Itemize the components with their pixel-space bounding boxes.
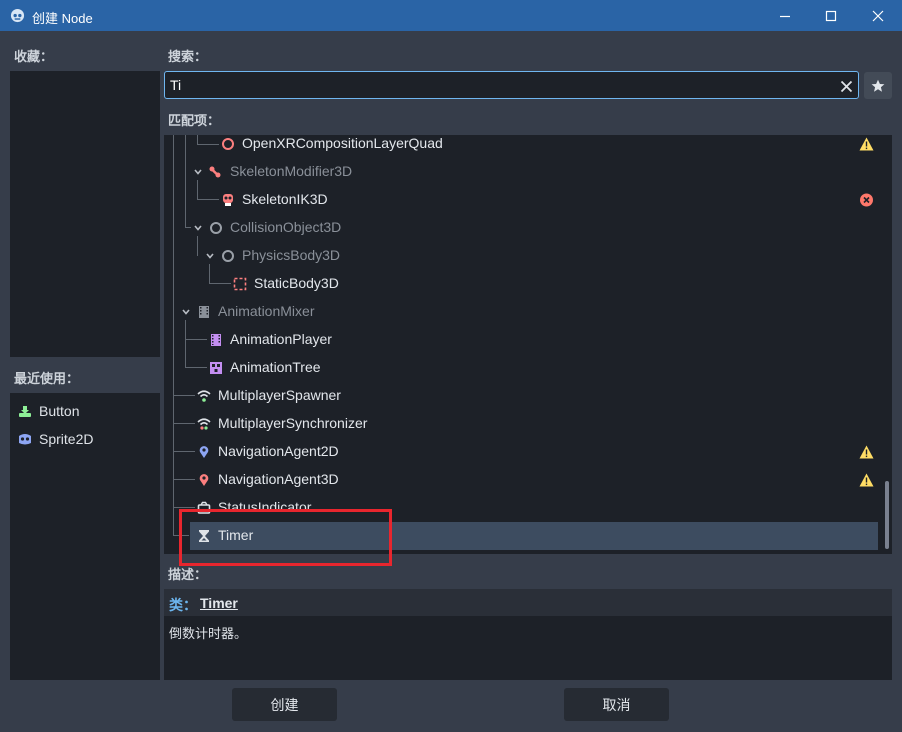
tree-item-label: AnimationTree — [230, 359, 321, 375]
search-input[interactable] — [164, 71, 859, 99]
node3d-circle-icon — [222, 138, 234, 150]
warning-icon — [859, 137, 874, 151]
node3d-circle-icon — [222, 250, 234, 262]
chevron-down-icon[interactable] — [205, 251, 215, 261]
map-pin-3d-icon — [199, 474, 209, 486]
tree-item-label: StaticBody3D — [254, 275, 339, 291]
tree-item[interactable]: MultiplayerSynchronizer — [164, 410, 879, 438]
tree-item-label: SkeletonIK3D — [242, 191, 328, 207]
error-icon — [860, 193, 873, 207]
favorites-list[interactable] — [10, 71, 160, 357]
tree-item[interactable]: AnimationMixer — [164, 298, 879, 326]
maximize-icon — [825, 10, 837, 21]
map-pin-2d-icon — [199, 446, 209, 458]
matches-label: 匹配项： — [168, 113, 221, 128]
tree-item-label: AnimationPlayer — [230, 331, 332, 347]
warning-icon — [859, 445, 874, 459]
tree-item[interactable]: CollisionObject3D — [164, 214, 879, 242]
minimize-icon — [780, 15, 790, 17]
recent-item-sprite2d[interactable]: Sprite2D — [18, 427, 93, 451]
clear-search-button[interactable] — [836, 76, 856, 96]
tree-item[interactable]: SkeletonModifier3D — [164, 158, 879, 186]
class-label: 类： — [169, 597, 197, 613]
close-icon — [872, 10, 884, 21]
skeleton-ik-icon — [223, 194, 233, 206]
title-bar: 创建 Node — [0, 0, 902, 31]
tree-item-label: NavigationAgent2D — [218, 443, 339, 459]
tree-item-label: AnimationMixer — [218, 303, 315, 319]
tree-item[interactable]: OpenXRCompositionLayerQuad — [164, 135, 879, 158]
animation-player-icon — [211, 334, 221, 346]
favorites-label: 收藏： — [14, 49, 54, 64]
search-label: 搜索： — [168, 49, 208, 64]
highlight-box — [179, 509, 392, 566]
close-icon — [840, 80, 852, 92]
tree-item[interactable]: AnimationPlayer — [164, 326, 879, 354]
recent-list: Button Sprite2D — [10, 393, 160, 680]
godot-logo-icon — [10, 8, 25, 23]
description-text: 倒数计时器。 — [169, 626, 248, 641]
description-body: 倒数计时器。 — [164, 616, 892, 680]
tree-item[interactable]: SkeletonIK3D — [164, 186, 879, 214]
description-header: 类： Timer — [164, 589, 892, 616]
recent-item-label: Sprite2D — [39, 431, 94, 447]
chevron-down-icon[interactable] — [181, 307, 191, 317]
scrollbar-thumb[interactable] — [885, 481, 889, 549]
recent-item-button[interactable]: Button — [18, 399, 79, 423]
tree-item-label: OpenXRCompositionLayerQuad — [242, 135, 443, 151]
tree-item[interactable]: NavigationAgent2D — [164, 438, 879, 466]
button-node-icon — [19, 406, 31, 417]
tree-item-label: MultiplayerSpawner — [218, 387, 341, 403]
tree-item-label: CollisionObject3D — [230, 219, 342, 235]
matches-tree[interactable]: OpenXRCompositionLayerQuad SkeletonModif… — [164, 135, 892, 554]
recent-item-label: Button — [39, 403, 80, 419]
tree-item[interactable]: PhysicsBody3D — [164, 242, 879, 270]
star-icon — [871, 79, 885, 92]
description-label: 描述： — [168, 567, 208, 582]
tree-item-label: PhysicsBody3D — [242, 247, 341, 263]
bone-icon — [209, 166, 221, 178]
wifi-sync-icon — [197, 418, 211, 430]
film-icon — [199, 306, 209, 318]
maximize-button[interactable] — [808, 0, 854, 31]
create-button[interactable]: 创建 — [232, 688, 337, 721]
node3d-circle-icon — [210, 222, 222, 234]
tree-scrollbar[interactable] — [883, 135, 892, 554]
chevron-down-icon[interactable] — [193, 167, 203, 177]
minimize-button[interactable] — [762, 0, 808, 31]
tree-item-label: NavigationAgent3D — [218, 471, 339, 487]
class-name-link[interactable]: Timer — [200, 595, 238, 611]
close-button[interactable] — [855, 0, 901, 31]
tree-item-label: SkeletonModifier3D — [230, 163, 353, 179]
favorite-toggle-button[interactable] — [864, 72, 892, 99]
window-title: 创建 Node — [32, 11, 93, 26]
warning-icon — [859, 473, 874, 487]
tree-item[interactable]: NavigationAgent3D — [164, 466, 879, 494]
wifi-icon — [197, 390, 211, 402]
sprite2d-node-icon — [19, 434, 31, 445]
tree-item[interactable]: StaticBody3D — [164, 270, 879, 298]
cancel-button[interactable]: 取消 — [564, 688, 669, 721]
tree-item[interactable]: MultiplayerSpawner — [164, 382, 879, 410]
static-body-icon — [233, 277, 247, 291]
recent-label: 最近使用： — [14, 371, 80, 386]
chevron-down-icon[interactable] — [193, 223, 203, 233]
tree-item[interactable]: AnimationTree — [164, 354, 879, 382]
tree-item-label: MultiplayerSynchronizer — [218, 415, 368, 431]
animation-tree-icon — [210, 362, 222, 374]
